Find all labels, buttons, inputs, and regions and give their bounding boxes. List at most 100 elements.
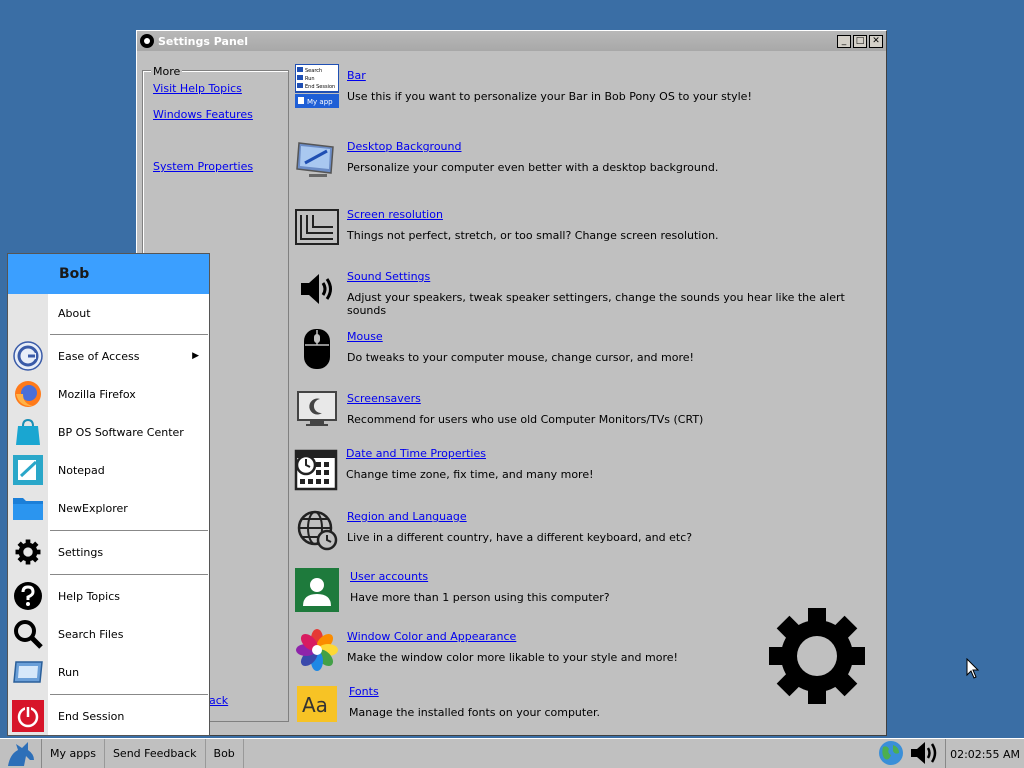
run-icon [8, 654, 48, 690]
menu-item-about[interactable]: About [8, 295, 209, 331]
user-accounts-link[interactable]: User accounts [350, 570, 610, 583]
menu-item-label: Settings [58, 545, 104, 559]
window-color-link[interactable]: Window Color and Appearance [347, 630, 678, 643]
setting-mouse: Mouse Do tweaks to your computer mouse, … [295, 327, 694, 371]
close-button[interactable]: ✕ [869, 34, 883, 48]
taskbar-send-feedback[interactable]: Send Feedback [105, 738, 206, 768]
taskbar-my-apps[interactable]: My apps [42, 738, 105, 768]
menu-item-notepad[interactable]: Notepad [8, 452, 209, 488]
screen-resolution-icon [295, 205, 339, 249]
shopping-bag-icon [8, 414, 48, 450]
start-button[interactable] [0, 738, 42, 768]
mouse-link[interactable]: Mouse [347, 330, 694, 343]
settings-panel-window: Settings Panel _ □ ✕ More Visit Help Top… [136, 30, 887, 736]
setting-fonts: Aa Fonts Manage the installed fonts on y… [295, 682, 600, 726]
pony-logo-icon [7, 741, 34, 766]
svg-text:End Session: End Session [305, 84, 335, 90]
taskbar-user[interactable]: Bob [206, 738, 244, 768]
svg-text:Run: Run [305, 76, 315, 82]
region-language-description: Live in a different country, have a diff… [347, 531, 693, 544]
menu-item-settings[interactable]: Settings [8, 534, 209, 570]
menu-item-label: BP OS Software Center [58, 425, 184, 439]
menu-item-ease-of-access[interactable]: Ease of Access ▶ [8, 338, 209, 374]
screen-resolution-description: Things not perfect, stretch, or too smal… [347, 229, 719, 242]
system-properties-link[interactable]: System Properties [153, 160, 253, 173]
menu-item-run[interactable]: Run [8, 654, 209, 690]
sound-settings-link[interactable]: Sound Settings [347, 270, 886, 283]
screensavers-link[interactable]: Screensavers [347, 392, 703, 405]
setting-screen-resolution: Screen resolution Things not perfect, st… [295, 205, 719, 249]
bar-icon: Search Run End Session My app [295, 64, 339, 108]
setting-screensavers: Screensavers Recommend for users who use… [295, 387, 703, 431]
user-accounts-description: Have more than 1 person using this compu… [350, 591, 610, 604]
menu-item-label: Search Files [58, 627, 124, 641]
search-icon [8, 616, 48, 652]
bar-description: Use this if you want to personalize your… [347, 90, 752, 103]
windows-features-link[interactable]: Windows Features [153, 108, 253, 121]
screensavers-description: Recommend for users who use old Computer… [347, 413, 704, 426]
setting-desktop-background: Desktop Background Personalize your comp… [295, 137, 718, 181]
window-title: Settings Panel [158, 34, 249, 48]
menu-item-newexplorer[interactable]: NewExplorer [8, 490, 209, 526]
help-icon [8, 578, 48, 614]
svg-text:My app: My app [307, 98, 333, 106]
desktop-background-link[interactable]: Desktop Background [347, 140, 718, 153]
taskbar: My apps Send Feedback Bob 02:02:55 AM [0, 738, 1024, 768]
network-globe-icon[interactable] [877, 739, 905, 768]
menu-item-label: NewExplorer [58, 501, 128, 515]
menu-item-help-topics[interactable]: Help Topics [8, 578, 209, 614]
back-link[interactable]: ack [209, 694, 228, 707]
menu-item-label: Notepad [58, 463, 105, 477]
menu-separator [50, 694, 208, 695]
setting-date-time: Date and Time Properties Change time zon… [294, 447, 594, 491]
user-icon [295, 568, 339, 612]
start-menu-user: Bob [8, 254, 209, 294]
setting-window-color: Window Color and Appearance Make the win… [295, 628, 678, 672]
date-time-link[interactable]: Date and Time Properties [346, 447, 594, 460]
menu-item-label: Run [58, 665, 80, 679]
clock[interactable]: 02:02:55 AM [945, 739, 1020, 768]
globe-clock-icon [295, 508, 339, 552]
setting-region-language: Region and Language Live in a different … [295, 508, 692, 552]
bar-link[interactable]: Bar [347, 69, 752, 82]
gear-icon [8, 534, 48, 570]
setting-bar: Search Run End Session My app Bar Use th… [295, 64, 752, 108]
mouse-description: Do tweaks to your computer mouse, change… [347, 351, 694, 364]
menu-item-software-center[interactable]: BP OS Software Center [8, 414, 209, 450]
volume-icon[interactable] [909, 739, 941, 768]
fonts-icon: Aa [295, 682, 339, 726]
menu-separator [50, 530, 208, 531]
minimize-button[interactable]: _ [837, 34, 851, 48]
menu-item-search-files[interactable]: Search Files [8, 616, 209, 652]
screen-resolution-link[interactable]: Screen resolution [347, 208, 719, 221]
mouse-cursor-icon [966, 657, 980, 683]
ease-of-access-icon [8, 338, 48, 374]
menu-item-label: Mozilla Firefox [58, 387, 136, 401]
date-time-description: Change time zone, fix time, and many mor… [346, 468, 594, 481]
maximize-button[interactable]: □ [853, 34, 867, 48]
menu-item-firefox[interactable]: Mozilla Firefox [8, 376, 209, 412]
mouse-icon [295, 327, 339, 371]
menu-separator [50, 334, 208, 335]
menu-item-label: Ease of Access [58, 349, 140, 363]
setting-user-accounts: User accounts Have more than 1 person us… [295, 568, 610, 612]
setting-sound: Sound Settings Adjust your speakers, twe… [295, 267, 886, 317]
menu-item-label: End Session [58, 709, 125, 723]
menu-item-end-session[interactable]: End Session [8, 698, 209, 734]
sound-settings-description: Adjust your speakers, tweak speaker sett… [347, 291, 845, 317]
settings-gear-icon [767, 606, 867, 706]
menu-item-label: About [58, 306, 91, 320]
fonts-link[interactable]: Fonts [349, 685, 600, 698]
power-icon [8, 698, 48, 734]
region-language-link[interactable]: Region and Language [347, 510, 692, 523]
notepad-icon [8, 452, 48, 488]
window-titlebar[interactable]: Settings Panel _ □ ✕ [137, 31, 886, 51]
submenu-arrow-icon: ▶ [192, 351, 199, 361]
svg-text:Aa: Aa [302, 693, 328, 717]
folder-icon [8, 490, 48, 526]
settings-app-icon [140, 34, 154, 48]
firefox-icon [8, 376, 48, 412]
desktop-background-description: Personalize your computer even better wi… [347, 161, 719, 174]
svg-text:Search: Search [305, 68, 322, 74]
visit-help-topics-link[interactable]: Visit Help Topics [153, 82, 242, 95]
